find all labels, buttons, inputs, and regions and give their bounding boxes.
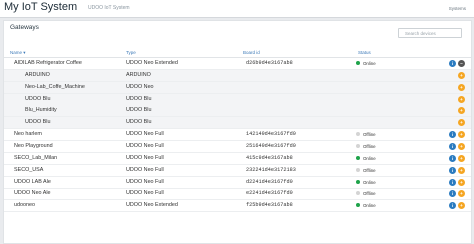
status-text: Online: [363, 203, 376, 209]
device-name[interactable]: UDOO LAB Ale: [14, 179, 51, 185]
remove-icon[interactable]: −: [458, 60, 465, 67]
device-name[interactable]: AIDILAB Refrigerator Coffee: [14, 60, 82, 66]
add-icon[interactable]: +: [458, 154, 465, 162]
device-name[interactable]: UDOO Blu: [25, 96, 50, 102]
device-name[interactable]: UDOO Blu: [25, 119, 50, 125]
child-device-row[interactable]: Blu_Humidity UDOO Blu +: [4, 105, 471, 118]
info-icon[interactable]: i: [449, 142, 456, 150]
device-type: UDOO Neo Extended: [126, 60, 178, 66]
status-dot-icon: [356, 167, 360, 172]
board-id: e2241d4e3167fd0: [246, 190, 293, 197]
panel-title: Gateways: [10, 24, 39, 31]
add-icon[interactable]: +: [458, 131, 465, 139]
info-icon[interactable]: i: [449, 202, 456, 210]
status-text: Online: [363, 179, 376, 185]
device-name[interactable]: udooneo: [14, 202, 35, 208]
status-dot-icon: [356, 203, 360, 208]
device-name[interactable]: Neo harlem: [14, 131, 42, 137]
status-text: Online: [363, 155, 376, 161]
add-icon[interactable]: +: [458, 166, 465, 174]
add-icon[interactable]: +: [458, 142, 465, 150]
device-type: UDOO Neo Full: [126, 131, 164, 138]
device-type: UDOO Neo Full: [126, 166, 164, 173]
column-header-status[interactable]: Status: [358, 50, 371, 55]
device-name[interactable]: ARDUINO: [25, 72, 50, 78]
status-dot-icon: [356, 191, 360, 196]
info-icon[interactable]: i: [449, 178, 456, 186]
child-device-row[interactable]: ARDUINO ARDUINO +: [4, 69, 471, 82]
device-type: UDOO Neo Full: [126, 190, 164, 197]
status-text: Offline: [363, 132, 376, 138]
status-text: Offline: [363, 167, 376, 173]
add-icon[interactable]: +: [458, 190, 465, 198]
device-type: ARDUINO: [126, 71, 151, 78]
status-dot-icon: [356, 155, 360, 160]
gateway-row[interactable]: Neo Playground UDOO Neo Full 251649d4e3167…: [4, 141, 471, 153]
gateway-row[interactable]: SECO_Lab_Milan UDOO Neo Full 415c9d4e3167a…: [4, 153, 471, 165]
status-text: Online: [363, 61, 376, 66]
device-name[interactable]: SECO_Lab_Milan: [14, 155, 57, 161]
status-text: Offline: [363, 191, 376, 197]
device-name[interactable]: Blu_Humidity: [25, 107, 57, 113]
search-input[interactable]: [399, 29, 467, 37]
gateway-row[interactable]: UDOO Neo Ale UDOO Neo Full e2241d4e3167fd0…: [4, 188, 471, 201]
device-type: UDOO Blu: [126, 107, 152, 114]
info-icon[interactable]: i: [449, 131, 456, 139]
board-id: d2241d4e3167fd0: [246, 178, 293, 185]
device-type: UDOO Neo Extended: [126, 202, 178, 209]
add-icon[interactable]: +: [458, 107, 465, 115]
board-id: f25b9d4e3167ab8: [246, 202, 293, 209]
child-device-row[interactable]: Neo-Lab_Coffe_Machine UDOO Neo +: [4, 81, 471, 94]
add-icon[interactable]: +: [458, 83, 465, 91]
add-icon[interactable]: +: [458, 71, 465, 79]
add-icon[interactable]: +: [458, 202, 465, 210]
device-type: UDOO Blu: [126, 119, 152, 126]
gateways-panel: Gateways Name ▾ Type Board id Status AID…: [3, 20, 472, 244]
info-icon[interactable]: i: [449, 166, 456, 174]
board-id: 142149d4e3167fd0: [246, 131, 296, 138]
app-title: My IoT System: [4, 1, 78, 13]
table-header: Name ▾ Type Board id Status: [4, 48, 471, 58]
device-name[interactable]: UDOO Neo Ale: [14, 190, 51, 196]
gateway-row[interactable]: udooneo UDOO Neo Extended f25b9d4e3167ab8 O…: [4, 200, 471, 213]
gateway-row[interactable]: SECO_USA UDOO Neo Full 232241d4e3172183 Off…: [4, 165, 471, 177]
board-id: 415c9d4e3167ab8: [246, 154, 293, 161]
status-dot-icon: [356, 179, 360, 184]
add-icon[interactable]: +: [458, 178, 465, 186]
status-dot-icon: [356, 143, 360, 148]
status-text: Offline: [363, 143, 376, 149]
app-subtitle: UDOO IoT System: [88, 5, 130, 11]
device-type: UDOO Neo Full: [126, 178, 164, 185]
device-type: UDOO Neo Full: [126, 142, 164, 149]
add-icon[interactable]: +: [458, 119, 465, 127]
info-icon[interactable]: i: [449, 190, 456, 198]
board-id: 251649d4e3167fd0: [246, 142, 296, 149]
device-name[interactable]: SECO_USA: [14, 167, 43, 173]
device-type: UDOO Neo Full: [126, 154, 164, 161]
board-id: 232241d4e3172183: [246, 166, 296, 173]
add-icon[interactable]: +: [458, 95, 465, 103]
column-header-board-id[interactable]: Board id: [243, 50, 260, 55]
child-device-row[interactable]: UDOO Blu UDOO Blu +: [4, 93, 471, 106]
child-device-row[interactable]: UDOO Blu UDOO Blu +: [4, 117, 471, 130]
gateway-row[interactable]: UDOO LAB Ale UDOO Neo Full d2241d4e3167fd0…: [4, 177, 471, 189]
search-box: [398, 28, 467, 38]
status-dot-icon: [356, 132, 360, 137]
device-name[interactable]: Neo-Lab_Coffe_Machine: [25, 84, 85, 90]
device-type: UDOO Blu: [126, 95, 152, 102]
device-name[interactable]: Neo Playground: [14, 143, 53, 149]
column-header-name[interactable]: Name ▾: [10, 50, 26, 56]
device-type: UDOO Neo: [126, 83, 154, 90]
top-bar: My IoT System UDOO IoT System Systems: [0, 0, 474, 18]
board-id: d26b9d4e3167ab8: [246, 60, 293, 66]
info-icon[interactable]: i: [449, 60, 456, 67]
info-icon[interactable]: i: [449, 154, 456, 162]
systems-link[interactable]: Systems: [449, 6, 466, 11]
status-dot-icon: [356, 61, 360, 65]
gateway-row[interactable]: Neo harlem UDOO Neo Full 142149d4e3167fd0 O…: [4, 129, 471, 142]
gateway-row[interactable]: AIDILAB Refrigerator Coffee UDOO Neo Exte…: [4, 58, 471, 70]
column-header-type[interactable]: Type: [126, 50, 136, 55]
